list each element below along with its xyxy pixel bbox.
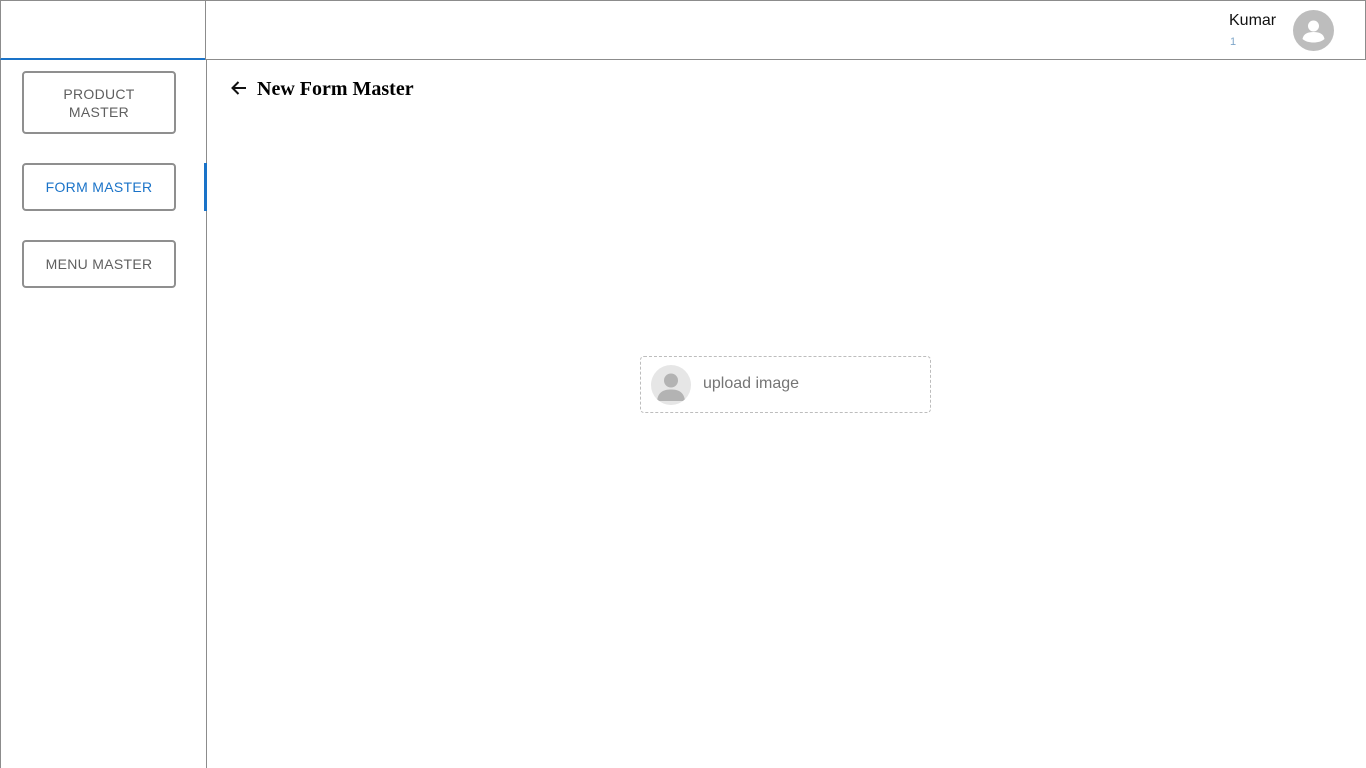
upload-image-label: upload image — [703, 375, 800, 392]
sidebar-item-form-master[interactable]: FORM MASTER — [22, 163, 176, 211]
user-subtitle: 1 — [1230, 36, 1237, 48]
sidebar-item-label: PRODUCT MASTER — [63, 85, 135, 120]
arrow-left-icon — [230, 79, 248, 102]
sidebar-item-label: FORM MASTER — [45, 179, 153, 195]
back-button[interactable] — [228, 79, 250, 101]
page-title: New Form Master — [257, 78, 414, 100]
sidebar-item-label: MENU MASTER — [45, 256, 153, 272]
sidebar-logo-area — [0, 0, 206, 60]
sidebar-item-menu-master[interactable]: MENU MASTER — [22, 240, 176, 288]
top-header: Kumar 1 — [205, 0, 1366, 60]
person-placeholder-icon — [651, 365, 691, 405]
sidebar: PRODUCT MASTER FORM MASTER MENU MASTER — [0, 60, 207, 768]
active-nav-indicator — [204, 163, 207, 211]
sidebar-item-product-master[interactable]: PRODUCT MASTER — [22, 71, 176, 134]
account-circle-icon[interactable] — [1293, 10, 1334, 51]
user-name: Kumar — [1229, 12, 1277, 29]
upload-image-button[interactable]: upload image — [640, 356, 931, 413]
